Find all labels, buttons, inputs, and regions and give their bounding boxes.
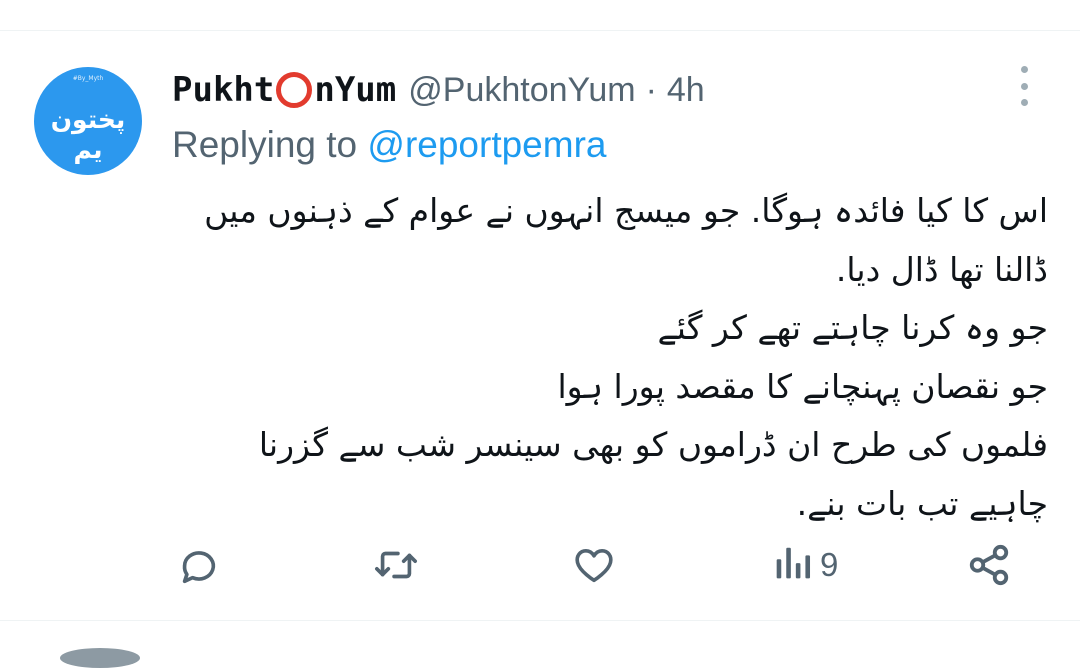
analytics-bars-icon — [776, 547, 811, 579]
tweet-body-line: اس کا کیا فائدہ ہوگا. جو میسج انہوں نے ع… — [204, 191, 1048, 230]
author-name-part1: Pukht — [172, 70, 275, 110]
tweet-actions: 9 — [0, 540, 1080, 590]
tweet-body: اس کا کیا فائدہ ہوگا. جو میسج انہوں نے ع… — [172, 182, 1048, 533]
heart-icon — [575, 548, 613, 583]
share-icon — [969, 544, 1009, 586]
author-handle[interactable]: @PukhtonYum — [408, 71, 635, 110]
retweet-button[interactable] — [372, 540, 420, 590]
tweet-body-line: جو نقصان پہنچانے کا مقصد پورا ہوا — [557, 366, 1049, 406]
views-count: 9 — [820, 546, 839, 583]
tweet-header: Pukht nYum @PukhtonYum · 4h — [172, 68, 705, 112]
reply-mention-link[interactable]: @reportpemra — [367, 124, 606, 165]
top-divider — [0, 30, 1080, 31]
tweet-body-line: فلموں کی طرح ان ڈراموں کو بھی سینسر شب س… — [258, 425, 1048, 464]
author-name-part2: nYum — [314, 70, 397, 110]
like-button[interactable] — [571, 540, 617, 590]
bottom-divider — [0, 620, 1080, 621]
views-button[interactable]: 9 — [772, 540, 838, 590]
tweet-body-line: جو وہ کرنا چاہتے تھے کر گئے — [657, 308, 1048, 347]
tweet-body-line: ڈالنا تھا ڈال دیا. — [835, 249, 1048, 289]
avatar-small-text: #By_Myth — [72, 75, 104, 82]
header-separator: · — [645, 70, 657, 109]
author-name[interactable]: Pukht nYum — [172, 70, 396, 110]
tweet-body-line: چاہیے تب بات بنے. — [796, 483, 1048, 523]
retweet-icon — [375, 551, 417, 579]
tweet-timestamp[interactable]: 4h — [667, 71, 705, 110]
avatar[interactable]: #By_Myth پختون یم — [34, 67, 142, 175]
share-button[interactable] — [966, 540, 1012, 590]
next-tweet-avatar — [60, 648, 140, 668]
replying-to: Replying to @reportpemra — [172, 124, 606, 166]
more-options-icon[interactable] — [1012, 66, 1036, 106]
reply-bubble-icon — [182, 551, 216, 584]
avatar-logo-text: پختون یم — [50, 105, 126, 164]
replying-to-label: Replying to — [172, 124, 358, 165]
reply-button[interactable] — [175, 540, 221, 590]
red-ring-emoji-icon — [276, 72, 313, 108]
